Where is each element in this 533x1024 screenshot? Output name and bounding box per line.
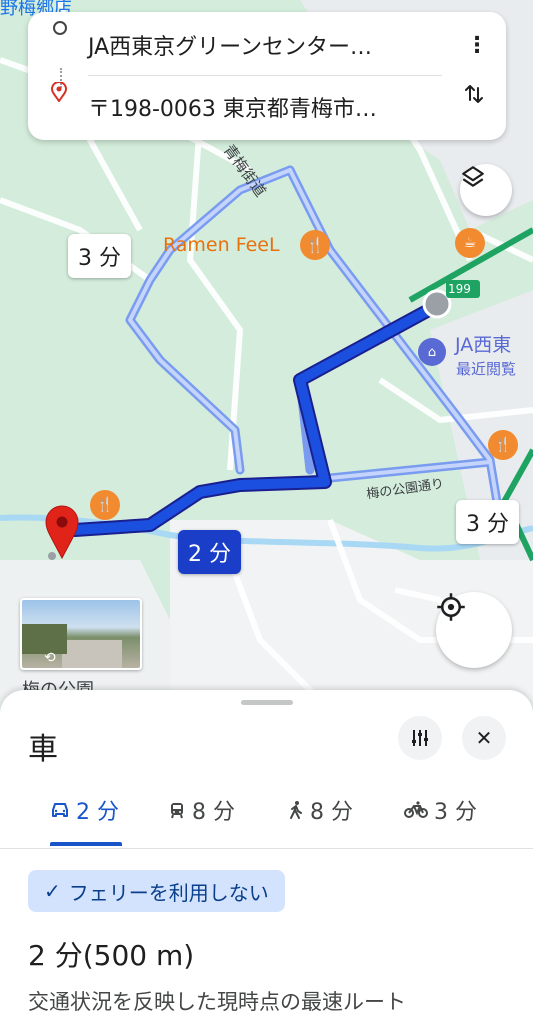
route-distance: (500 m) xyxy=(82,939,195,972)
directions-sheet: 車 ✕ 2 分 8 分 8 分 3 分 ✓ フェリーを利用しない 2 分(500… xyxy=(0,690,533,1024)
destination-row[interactable]: 〒198-0063 東京都青梅市… xyxy=(28,82,506,132)
route-options-button[interactable] xyxy=(398,716,442,760)
tab-walking-label: 8 分 xyxy=(310,800,353,825)
alt-route-time-left[interactable]: 3 分 xyxy=(68,234,131,278)
origin-row[interactable]: JA西東京グリーンセンター… ⋮ xyxy=(28,20,506,70)
map-label-recent: 最近閲覧 xyxy=(456,360,517,378)
active-tab-indicator xyxy=(50,842,122,846)
bike-icon xyxy=(404,801,428,818)
tab-transit-label: 8 分 xyxy=(192,800,235,825)
destination-pin-icon xyxy=(50,82,68,102)
origin-circle-icon xyxy=(53,21,67,35)
check-icon: ✓ xyxy=(44,879,61,903)
cafe-icon[interactable]: ☕ xyxy=(455,228,485,258)
origin-text[interactable]: JA西東京グリーンセンター… xyxy=(88,29,372,61)
swap-icon[interactable] xyxy=(462,82,486,106)
main-route-time[interactable]: 2 分 xyxy=(178,530,241,574)
landmark-icon[interactable]: ⌂ xyxy=(418,338,446,366)
travel-mode-tabs: 2 分 8 分 8 分 3 分 xyxy=(0,782,533,849)
transit-icon xyxy=(171,803,183,819)
destination-text[interactable]: 〒198-0063 東京都青梅市… xyxy=(88,91,377,123)
map-label-ramen[interactable]: Ramen FeeL xyxy=(163,234,280,256)
tab-transit[interactable]: 8 分 xyxy=(168,790,235,830)
route-description: 交通状況を反映した現時点の最速ルート xyxy=(28,990,406,1014)
restaurant-icon-left[interactable]: 🍴 xyxy=(90,490,120,520)
avoid-ferries-chip[interactable]: ✓ フェリーを利用しない xyxy=(28,870,285,912)
tab-walking[interactable]: 8 分 xyxy=(288,790,353,830)
car-icon xyxy=(52,803,68,817)
route-card: JA西東京グリーンセンター… ⋮ 〒198-0063 東京都青梅市… xyxy=(28,12,506,140)
layers-icon xyxy=(462,166,484,187)
map-view[interactable]: 野梅郷店 Ramen FeeL 🍴 青梅街道 梅の公園通り 199 ⌂ JA西東… xyxy=(0,0,533,700)
more-options-icon[interactable]: ⋮ xyxy=(466,33,488,58)
restaurant-icon[interactable]: 🍴 xyxy=(300,230,330,260)
route-badge-199: 199 xyxy=(448,282,471,296)
map-label-ja[interactable]: JA西東 xyxy=(455,330,511,357)
route-divider xyxy=(88,75,442,76)
close-icon: ✕ xyxy=(475,726,493,750)
crosshair-icon xyxy=(437,593,465,621)
tune-icon xyxy=(412,730,428,746)
travel-mode-title: 車 xyxy=(28,732,58,767)
street-view-thumbnail[interactable]: ⟲ xyxy=(20,598,142,670)
rotate-360-icon: ⟲ xyxy=(44,650,56,666)
tab-driving[interactable]: 2 分 xyxy=(50,790,119,830)
route-duration: 2 分 xyxy=(28,939,83,972)
my-location-button[interactable] xyxy=(436,592,512,668)
avoid-ferries-label: フェリーを利用しない xyxy=(68,880,269,905)
restaurant-icon-right[interactable]: 🍴 xyxy=(488,430,518,460)
tab-driving-label: 2 分 xyxy=(76,800,119,825)
route-summary: 2 分(500 m) xyxy=(28,934,194,974)
alt-route-time-right[interactable]: 3 分 xyxy=(456,500,519,544)
close-button[interactable]: ✕ xyxy=(462,716,506,760)
layers-button[interactable] xyxy=(460,164,512,216)
tab-cycling-label: 3 分 xyxy=(434,800,477,825)
tab-cycling[interactable]: 3 分 xyxy=(404,790,477,830)
sheet-drag-handle[interactable] xyxy=(241,700,293,705)
walk-icon xyxy=(290,801,302,819)
